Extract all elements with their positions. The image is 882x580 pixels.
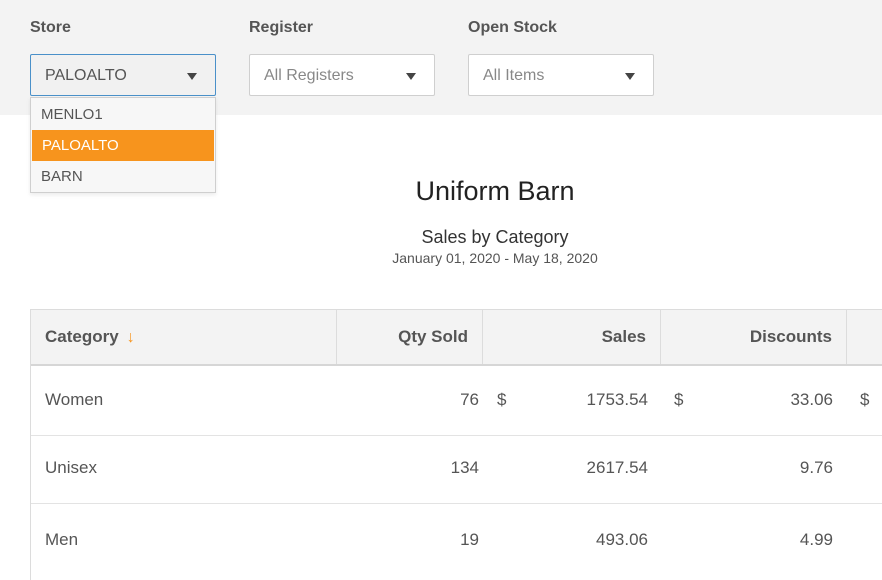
table-header: Category ↓ Qty Sold Sales Discounts [31, 310, 882, 366]
register-label: Register [249, 19, 314, 36]
register-select-placeholder: All Registers [264, 67, 354, 84]
cell-category: Women [45, 390, 104, 409]
cell-qty-sold: 134 [450, 458, 479, 477]
sort-descending-icon[interactable]: ↓ [127, 329, 135, 346]
register-select[interactable]: All Registers [249, 54, 435, 96]
cell-discounts: 33.06 [790, 390, 833, 409]
cell-discounts: 4.99 [799, 530, 833, 549]
report-date-range: January 01, 2020 - May 18, 2020 [392, 250, 598, 266]
chevron-down-icon [187, 73, 197, 80]
store-option-menlo1[interactable]: MENLO1 [31, 99, 215, 130]
column-header-qty-sold[interactable]: Qty Sold [337, 310, 483, 364]
store-option-barn[interactable]: BARN [31, 161, 215, 192]
cell-category: Unisex [45, 458, 97, 477]
open-stock-select[interactable]: All Items [468, 54, 654, 96]
cell-discounts: 9.76 [799, 458, 833, 477]
store-label: Store [30, 19, 71, 36]
open-stock-select-placeholder: All Items [483, 67, 545, 84]
store-select[interactable]: PALOALTO [30, 54, 216, 96]
column-header-discounts[interactable]: Discounts [661, 310, 847, 364]
cell-qty-sold: 76 [460, 390, 479, 409]
column-header-sales[interactable]: Sales [483, 310, 661, 364]
cell-sales: 493.06 [596, 530, 648, 549]
table-row: Women 76 $ 1753.54 $ 33.06 $ [31, 366, 882, 436]
store-dropdown-list: MENLO1 PALOALTO BARN [30, 97, 216, 193]
table-row: Unisex 134 2617.54 9.76 [31, 436, 882, 504]
column-header-next[interactable] [847, 310, 882, 364]
chevron-down-icon [406, 73, 416, 80]
cell-currency-symbol: $ [497, 390, 507, 409]
table-row: Men 19 493.06 4.99 [31, 504, 882, 580]
store-select-value: PALOALTO [45, 67, 127, 84]
cell-currency-symbol: $ [674, 390, 684, 409]
report-subtitle: Sales by Category [421, 227, 569, 247]
sales-table: Category ↓ Qty Sold Sales Discounts Women… [30, 309, 882, 580]
cell-sales: 2617.54 [586, 458, 648, 477]
cell-category: Men [45, 530, 79, 549]
cell-sales: 1753.54 [586, 390, 648, 409]
chevron-down-icon [625, 73, 635, 80]
cell-currency-symbol: $ [860, 390, 870, 409]
cell-qty-sold: 19 [460, 530, 479, 549]
column-header-category-label: Category [45, 327, 119, 346]
store-option-paloalto[interactable]: PALOALTO [32, 130, 214, 161]
open-stock-label: Open Stock [468, 19, 557, 36]
column-header-category[interactable]: Category ↓ [31, 310, 337, 364]
